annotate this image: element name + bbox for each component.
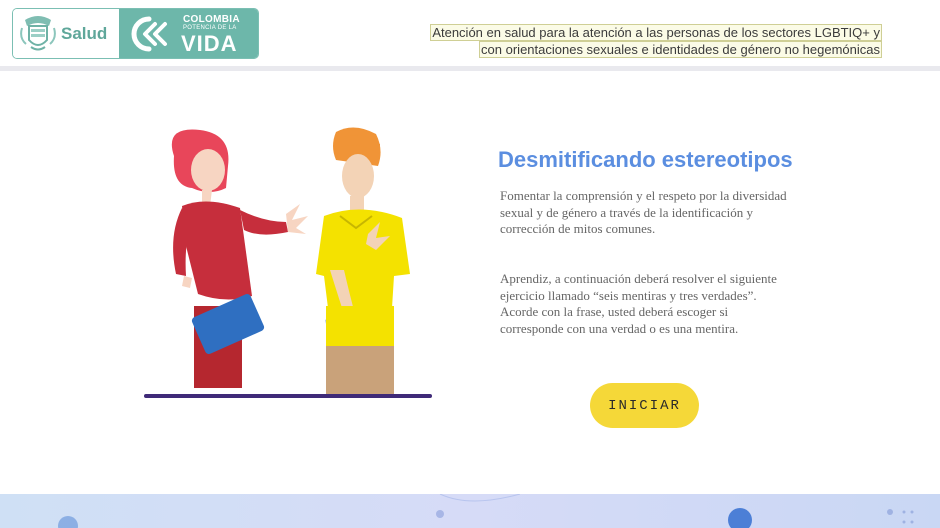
header-divider xyxy=(0,66,940,71)
colombia-potencia-logo: COLOMBIA POTENCIA DE LA VIDA xyxy=(119,9,258,58)
logo-colombia-text: COLOMBIA xyxy=(183,14,240,25)
colombia-c-symbol-icon xyxy=(131,16,167,52)
tagline-line-1: Atención en salud para la atención a las… xyxy=(430,24,882,41)
header: Salud COLOMBIA POTENCIA DE LA VIDA Atenc… xyxy=(0,0,940,66)
footer-pattern xyxy=(58,494,914,528)
logo-salud-text: Salud xyxy=(61,23,108,43)
two-people-talking-illustration xyxy=(144,127,432,398)
objective-paragraph: Fomentar la comprensión y el respeto por… xyxy=(500,188,787,236)
start-button[interactable]: INICIAR xyxy=(590,383,699,428)
instructions-paragraph: Aprendiz, a continuación deberá resolver… xyxy=(500,271,777,336)
footer-decorative-band xyxy=(0,494,940,528)
tagline-line-2: con orientaciones sexuales e identidades… xyxy=(479,41,882,58)
ministry-salud-logo: Salud xyxy=(13,9,119,58)
logo-vida-text: VIDA xyxy=(181,31,238,56)
page-title: Desmitificando estereotipos xyxy=(498,147,793,172)
course-tagline: Atención en salud para la atención a las… xyxy=(430,24,882,58)
ministry-logo[interactable]: Salud COLOMBIA POTENCIA DE LA VIDA xyxy=(12,8,259,59)
coat-of-arms-icon xyxy=(20,15,56,50)
